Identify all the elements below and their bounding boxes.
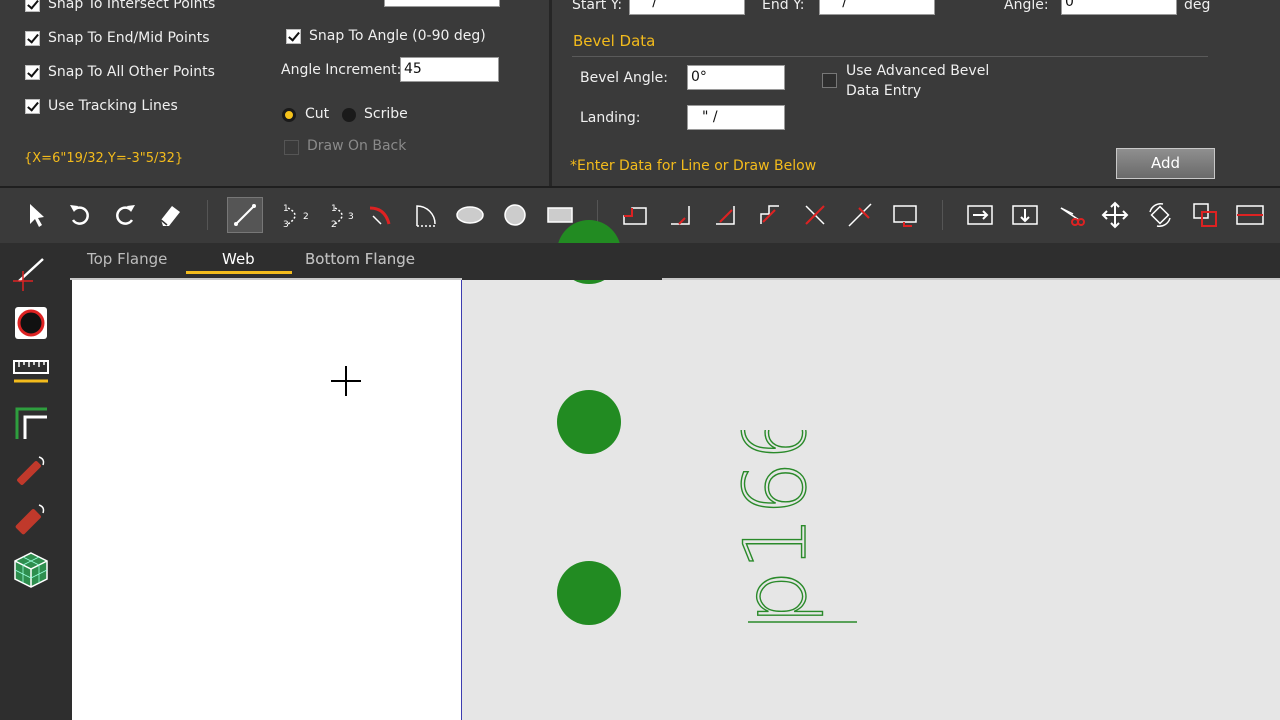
hole[interactable] [557,561,621,625]
bevel-heading: Bevel Data [573,32,656,50]
angle-cut-icon[interactable] [707,197,743,233]
import-icon[interactable] [962,197,998,233]
rect-cut-icon[interactable] [887,197,923,233]
undo-icon[interactable] [62,197,98,233]
bevel-angle-label: Bevel Angle: [580,70,669,86]
advanced-bevel-label-1: Use Advanced Bevel [846,63,990,79]
cube-3d-icon[interactable] [10,549,52,591]
angle-increment-label: Angle Increment: [281,62,402,78]
angle-cut-alt-icon[interactable] [752,197,788,233]
export-icon[interactable] [1007,197,1043,233]
ellipse-icon[interactable] [452,197,488,233]
instruction-text: *Enter Data for Line or Draw Below [570,158,817,174]
diagonal-cut-icon[interactable] [842,197,878,233]
advanced-bevel-label-2: Data Entry [846,83,922,99]
snap-angle-label: Snap To Angle (0-90 deg) [309,28,486,44]
snap-end-mid-label: Snap To End/Mid Points [48,30,210,46]
line-tool-icon[interactable] [227,197,263,233]
end-y-input[interactable]: ' " / [819,0,935,15]
snap-all-other-checkbox[interactable] [25,65,40,80]
scribe-radio[interactable] [342,108,356,122]
svg-text:2: 2 [303,212,309,222]
tracking-lines-label: Use Tracking Lines [48,98,178,114]
panel-divider [549,0,552,186]
advanced-bevel-checkbox[interactable] [822,73,837,88]
draw-on-back-label: Draw On Back [307,138,407,154]
cross-cut-icon[interactable] [797,197,833,233]
drawing-canvas-margin[interactable] [72,280,462,720]
tag-icon[interactable] [10,500,52,542]
scribe-label: Scribe [364,106,408,122]
drawing-canvas[interactable] [462,280,1280,720]
hole[interactable] [557,390,621,454]
select-arrow-icon[interactable] [17,197,53,233]
coordinate-readout: {X=6"19/32,Y=-3"5/32} [24,151,184,166]
toolbar-separator [207,200,208,230]
tab-bottom-flange-label: Bottom Flange [305,250,416,268]
rotate-icon[interactable] [1142,197,1178,233]
web-edge-line [461,280,462,720]
svg-text:3: 3 [283,220,289,230]
cut-label: Cut [305,106,330,122]
mirror-icon[interactable] [1232,197,1268,233]
angle-input[interactable]: 0° [1061,0,1177,15]
scissors-icon[interactable] [1052,197,1088,233]
svg-text:1: 1 [283,204,289,214]
bevel-angle-input[interactable]: 0° [687,65,785,90]
draw-tool-icon[interactable] [10,250,52,292]
svg-text:2: 2 [331,220,337,230]
start-y-input[interactable]: ' " / [629,0,745,15]
angle-unit: deg [1184,0,1211,13]
tab-top-flange[interactable]: Top Flange [87,250,167,268]
bevel-divider [572,56,1208,57]
arc-red-icon[interactable] [362,197,398,233]
part-mark-text: p166 [725,430,857,626]
landing-input[interactable]: " / [687,105,785,130]
part-mark-label: p166 [726,430,826,625]
cope-icon[interactable] [662,197,698,233]
snap-angle-checkbox[interactable] [286,29,301,44]
hole-tool-icon[interactable] [10,302,52,344]
cut-radio[interactable] [282,108,296,122]
end-y-label: End Y: [762,0,805,13]
move-icon[interactable] [1097,197,1133,233]
angle-increment-input[interactable]: 45 [400,57,499,82]
angle-label: Angle: [1004,0,1049,13]
circle-icon[interactable] [497,197,533,233]
add-button[interactable]: Add [1116,148,1215,179]
draw-on-back-checkbox[interactable] [284,140,299,155]
snap-end-mid-checkbox[interactable] [25,31,40,46]
flange-icon[interactable] [10,402,52,444]
snap-all-other-label: Snap To All Other Points [48,64,215,80]
arc-three-point-icon[interactable]: 1 3 2 [277,197,313,233]
svg-text:3: 3 [348,212,354,222]
marker-icon[interactable] [10,452,52,494]
start-y-label: Start Y: [572,0,623,13]
toolbar-separator [942,200,943,230]
landing-label: Landing: [580,110,641,126]
copy-icon[interactable] [1187,197,1223,233]
quarter-arc-icon[interactable] [407,197,443,233]
tracking-lines-checkbox[interactable] [25,99,40,114]
arc-three-point-alt-icon[interactable]: 123 [322,197,358,233]
eraser-icon[interactable] [152,197,188,233]
tab-strip-cover [462,243,662,280]
ruler-icon[interactable] [10,350,52,392]
tab-web[interactable]: Web [222,250,255,268]
snap-intersect-label: Snap To Intersect Points [48,0,216,12]
crosshair-cursor-icon [331,366,361,396]
notch-icon[interactable] [617,197,653,233]
redo-icon[interactable] [107,197,143,233]
snap-distance-field[interactable] [384,0,500,7]
snap-intersect-checkbox[interactable] [25,0,40,12]
active-tab-indicator [186,271,292,274]
